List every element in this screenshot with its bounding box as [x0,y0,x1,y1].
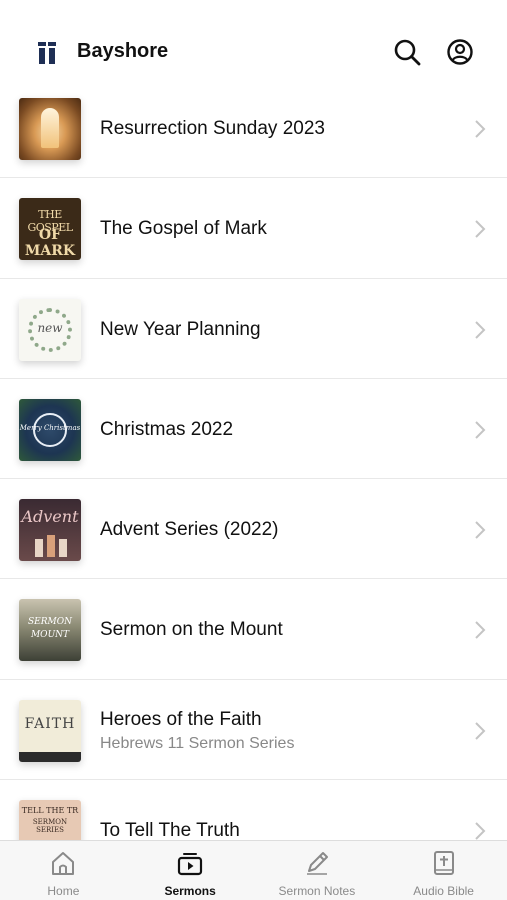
app-title: Bayshore [77,40,169,62]
list-item[interactable]: THE GOSPEL OF MARK The Gospel of Mark [0,178,507,279]
home-icon [52,852,75,875]
chevron-right-icon [475,621,486,640]
series-artwork: new [19,298,81,361]
series-artwork: FAITH [19,699,81,762]
artwork-text: Merry Christmas [19,423,81,432]
series-title: Advent Series (2022) [100,519,279,541]
series-artwork: Merry Christmas [19,398,81,461]
artwork-text: OF MARK [24,227,76,260]
search-button[interactable] [392,37,422,67]
series-title: Christmas 2022 [100,418,234,440]
sermon-series-list: Resurrection Sunday 2023 THE GOSPEL OF M… [0,78,507,881]
sermons-icon [178,853,203,876]
tab-label: Home [47,884,80,898]
pencil-icon [306,852,328,875]
chevron-right-icon [475,320,486,339]
series-title: Heroes of the Faith [100,708,262,730]
chevron-right-icon [475,421,486,439]
series-title: The Gospel of Mark [100,218,267,240]
tab-sermon-notes[interactable]: Sermon Notes [254,841,381,900]
series-title: New Year Planning [100,318,261,340]
list-item[interactable]: Merry Christmas Christmas 2022 [0,379,507,480]
artwork-text: TELL THE TR [21,806,79,816]
account-button[interactable] [445,37,475,67]
chevron-right-icon [475,220,486,239]
artwork-text: SERMON SERIES [32,818,68,835]
series-title: To Tell The Truth [100,820,240,842]
series-title: Sermon on the Mount [100,619,283,641]
artwork-text: FAITH [24,715,76,732]
artwork-text: MOUNT [30,630,70,641]
artwork-text: Advent [21,507,79,527]
tab-audio-bible[interactable]: Audio Bible [380,841,507,900]
chevron-right-icon [475,521,486,539]
tab-label: Audio Bible [413,884,474,898]
search-icon [394,39,421,66]
series-artwork: Advent [19,499,81,562]
series-artwork: SERMON MOUNT [19,599,81,662]
list-item[interactable]: Advent Advent Series (2022) [0,479,507,580]
church-logo [38,42,56,64]
artwork-text: new [37,320,63,335]
bible-icon [433,851,454,875]
list-item[interactable]: Resurrection Sunday 2023 [0,78,507,179]
tab-sermons[interactable]: Sermons [127,841,254,900]
list-item[interactable]: SERMON MOUNT Sermon on the Mount [0,579,507,680]
tab-label: Sermon Notes [278,884,356,898]
list-item[interactable]: FAITH Heroes of the Faith Hebrews 11 Ser… [0,680,507,781]
chevron-right-icon [475,120,486,138]
chevron-right-icon [475,822,486,840]
series-artwork [19,98,81,160]
tab-home[interactable]: Home [0,841,127,900]
account-icon [447,39,473,65]
tab-label: Sermons [164,884,216,898]
artwork-text: SERMON [28,617,72,628]
chevron-right-icon [475,722,486,740]
series-artwork: THE GOSPEL OF MARK [19,198,81,261]
bottom-tab-bar: Home Sermons Sermon Notes Audio Bible [0,840,507,900]
series-title: Resurrection Sunday 2023 [100,118,325,139]
list-item[interactable]: new New Year Planning [0,279,507,379]
series-subtitle: Hebrews 11 Sermon Series [100,734,295,752]
